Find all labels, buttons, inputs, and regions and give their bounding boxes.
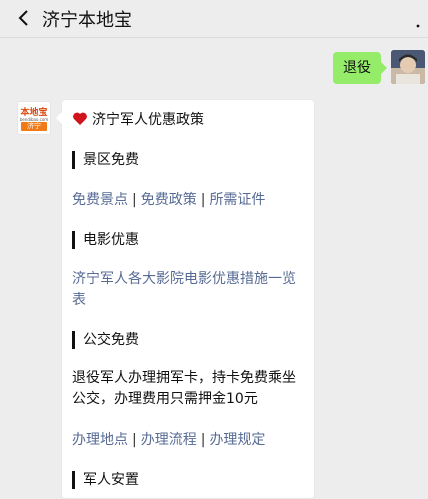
- link-movie-discounts[interactable]: 济宁军人各大影院电影优惠措施一览表: [72, 269, 306, 311]
- bot-avatar[interactable]: 本地宝 bendibao.com 济宁: [17, 101, 51, 135]
- link-free-spots[interactable]: 免费景点: [72, 192, 128, 208]
- user-avatar[interactable]: [391, 50, 425, 84]
- ellipsis-icon[interactable]: [412, 14, 424, 28]
- heart-icon: [73, 112, 87, 125]
- chat-title: 济宁本地宝: [42, 10, 132, 31]
- card-title: 济宁军人优惠政策: [92, 112, 204, 128]
- card-title-row: 济宁军人优惠政策: [72, 110, 204, 130]
- section-heading-scenic: 景区免费: [72, 151, 139, 169]
- back-arrow-icon[interactable]: [16, 8, 32, 28]
- outgoing-message[interactable]: 退役: [333, 52, 387, 84]
- bus-links: 办理地点 | 办理流程 | 办理规定: [72, 432, 266, 448]
- incoming-message-card: 济宁军人优惠政策 景区免费 免费景点 | 免费政策 | 所需证件 电影优惠 济宁军人各大…: [56, 99, 315, 499]
- section-heading-bus: 公交免费: [72, 331, 139, 349]
- section-heading-movie: 电影优惠: [72, 231, 139, 249]
- bot-logo-city: 济宁: [21, 122, 47, 131]
- scenic-links: 免费景点 | 免费政策 | 所需证件: [72, 192, 266, 208]
- bus-description: 退役军人办理拥军卡，持卡免费乘坐公交，办理费用只需押金10元: [72, 370, 296, 407]
- link-required-documents[interactable]: 所需证件: [209, 192, 265, 208]
- link-apply-location[interactable]: 办理地点: [72, 432, 128, 448]
- section-heading-settlement: 军人安置: [72, 471, 139, 489]
- top-bar: 济宁本地宝: [0, 0, 428, 38]
- link-apply-rules[interactable]: 办理规定: [209, 432, 265, 448]
- user-avatar-image-icon: [391, 50, 425, 84]
- link-apply-process[interactable]: 办理流程: [141, 432, 197, 448]
- link-free-policy[interactable]: 免费政策: [141, 192, 197, 208]
